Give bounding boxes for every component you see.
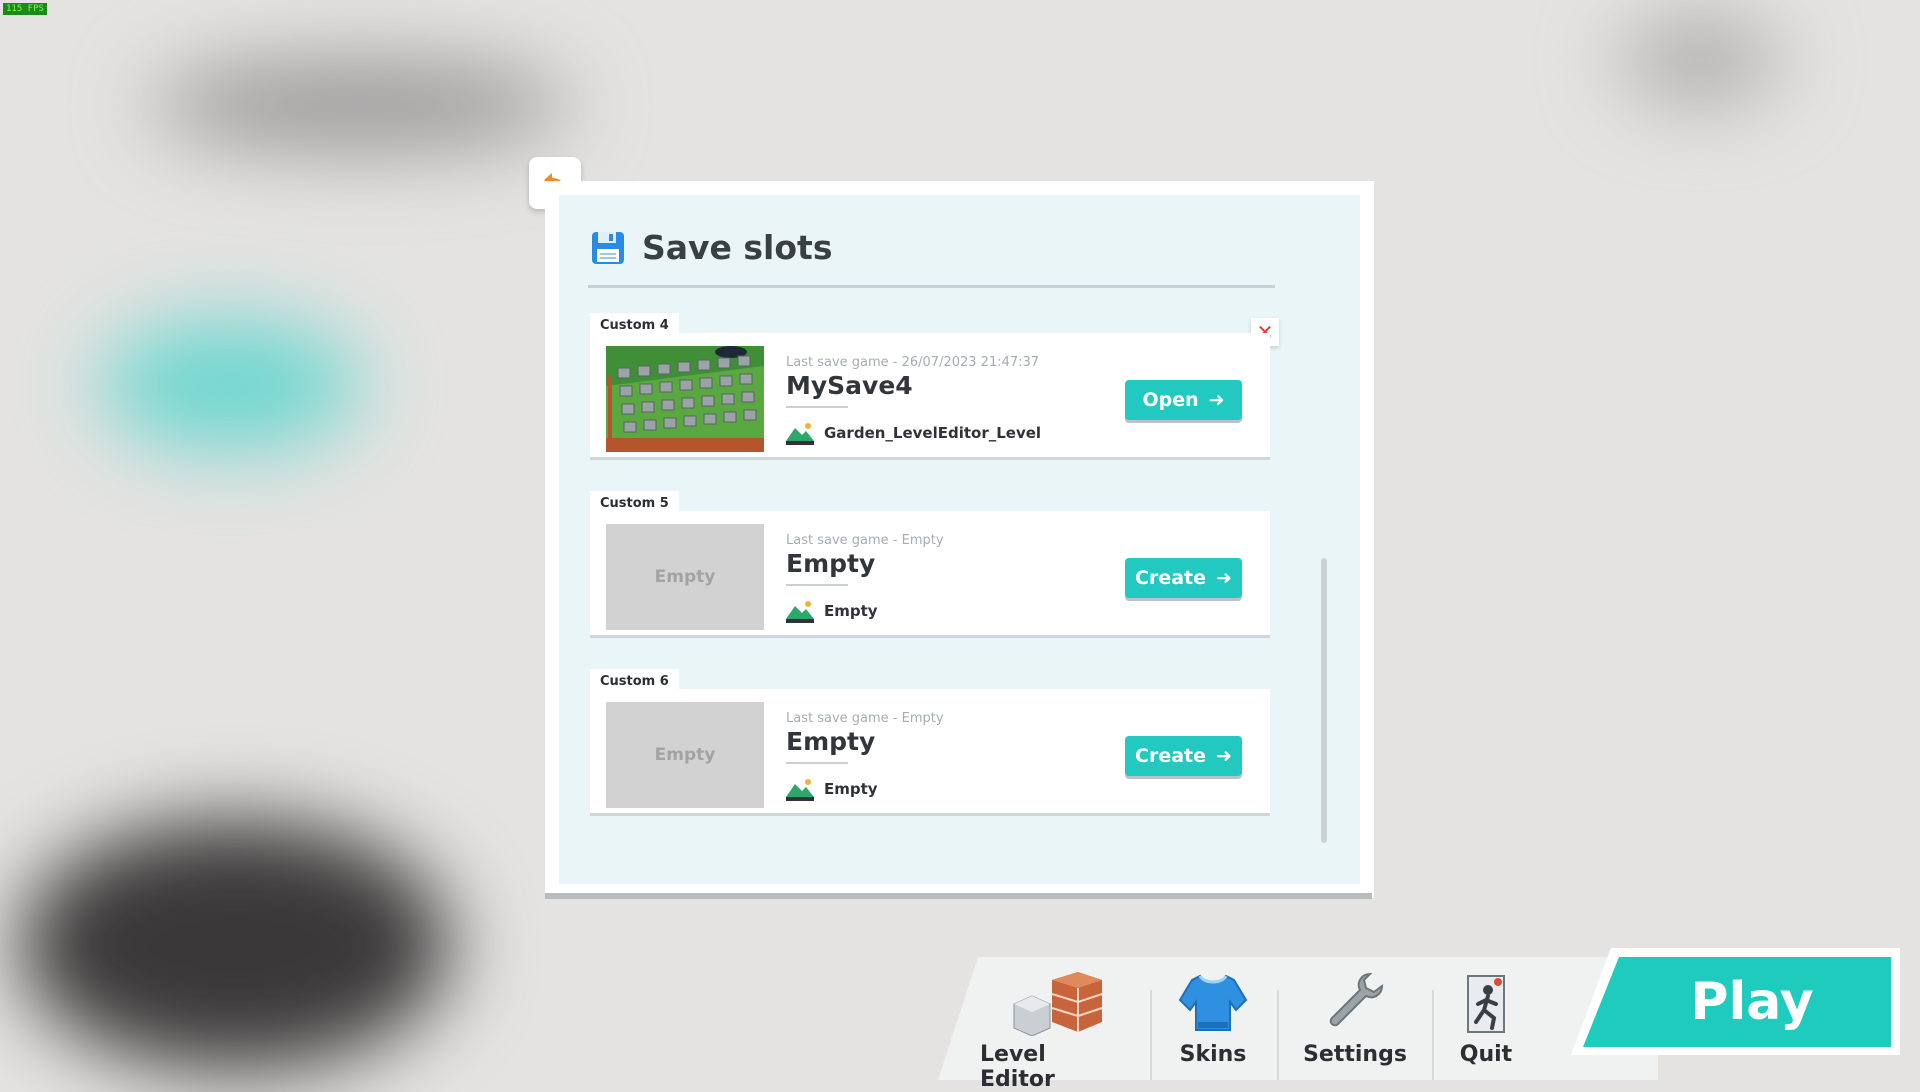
floppy-disk-icon	[592, 231, 624, 264]
landscape-icon	[786, 601, 814, 623]
brick-wall-icon	[1013, 972, 1103, 1036]
panel-header: Save slots	[590, 228, 832, 267]
level-name: Empty	[824, 602, 878, 620]
exit-door-icon	[1467, 975, 1505, 1033]
wrench-icon	[1329, 972, 1384, 1027]
empty-thumbnail: Empty	[606, 702, 764, 808]
nav-label: Quit	[1459, 1042, 1513, 1067]
play-label: Play	[1690, 972, 1814, 1032]
background-blur	[150, 60, 570, 150]
divider	[786, 762, 848, 764]
save-name: MySave4	[786, 371, 913, 400]
slot-card: Empty Last save game - Empty Empty Empty…	[590, 689, 1270, 813]
background-blur	[1620, 20, 1780, 100]
landscape-icon	[786, 779, 814, 801]
level-info: Garden_LevelEditor_Level	[786, 421, 1041, 445]
last-save-text: Last save game - 26/07/2023 21:47:37	[786, 355, 1040, 370]
divider	[786, 406, 848, 408]
save-name: Empty	[786, 727, 876, 756]
save-name: Empty	[786, 549, 876, 578]
nav-label: Level Editor	[980, 1042, 1055, 1092]
play-button[interactable]: Play	[1583, 957, 1891, 1047]
nav-label: Skins	[1179, 1042, 1247, 1067]
arrow-right-icon: ➜	[1216, 567, 1232, 589]
fps-counter: 115 FPS	[3, 3, 47, 15]
quit-button[interactable]: Quit	[1452, 970, 1520, 1067]
landscape-icon	[786, 423, 814, 445]
panel-shadow	[545, 893, 1372, 899]
divider	[786, 584, 848, 586]
skins-button[interactable]: Skins	[1172, 970, 1254, 1067]
level-thumbnail	[606, 346, 764, 452]
save-slot: Custom 5 Empty Last save game - Empty Em…	[590, 491, 1270, 635]
last-save-text: Last save game - Empty	[786, 711, 944, 726]
background-blur	[20, 820, 450, 1070]
slot-card: Last save game - 26/07/2023 21:47:37 MyS…	[590, 333, 1270, 457]
level-editor-button[interactable]: Level Editor	[980, 970, 1122, 1092]
empty-thumbnail: Empty	[606, 524, 764, 630]
arrow-right-icon: ➜	[1216, 745, 1232, 767]
arrow-right-icon: ➜	[1208, 389, 1225, 411]
open-button[interactable]: Open ➜	[1125, 380, 1242, 420]
slot-card: Empty Last save game - Empty Empty Empty…	[590, 511, 1270, 635]
button-label: Create	[1135, 745, 1207, 767]
create-button[interactable]: Create ➜	[1125, 736, 1242, 776]
last-save-text: Last save game - Empty	[786, 533, 944, 548]
button-label: Create	[1135, 567, 1207, 589]
divider	[1277, 990, 1279, 1080]
sweater-icon	[1178, 974, 1248, 1031]
background-blur	[100, 320, 360, 450]
level-name: Empty	[824, 780, 878, 798]
scrollbar[interactable]	[1321, 558, 1327, 843]
settings-button[interactable]: Settings	[1300, 970, 1410, 1067]
save-slot: Custom 4 Last save game - 26/07/2023 21:…	[590, 313, 1270, 457]
level-name: Garden_LevelEditor_Level	[824, 424, 1042, 442]
divider	[588, 285, 1275, 288]
page-title: Save slots	[642, 228, 833, 267]
button-label: Open	[1142, 389, 1199, 411]
divider	[1150, 990, 1152, 1080]
level-info: Empty	[786, 777, 878, 801]
level-info: Empty	[786, 599, 878, 623]
save-slot: Custom 6 Empty Last save game - Empty Em…	[590, 669, 1270, 813]
create-button[interactable]: Create ➜	[1125, 558, 1242, 598]
nav-label: Settings	[1303, 1042, 1407, 1067]
divider	[1432, 990, 1434, 1080]
